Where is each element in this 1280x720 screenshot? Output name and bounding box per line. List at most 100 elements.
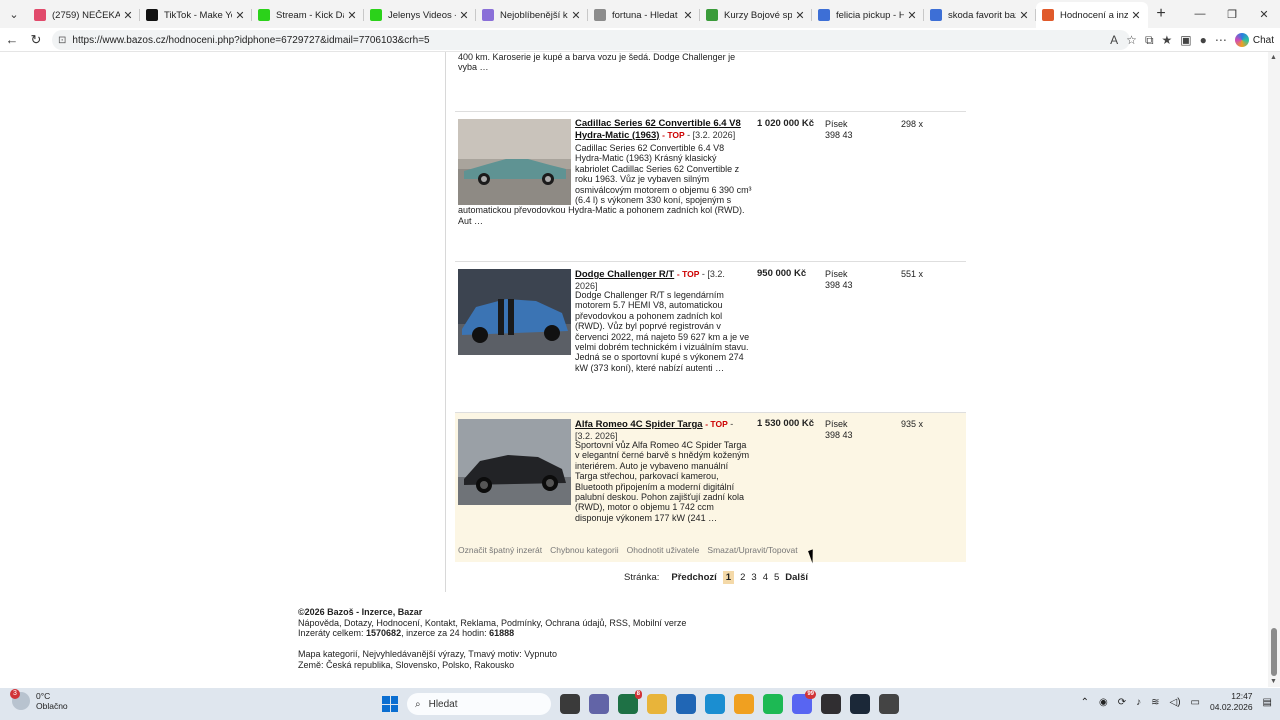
scroll-down-arrow-icon[interactable]: ▼	[1270, 678, 1277, 685]
obs-icon[interactable]	[821, 694, 841, 714]
back-button[interactable]: ←	[0, 28, 24, 52]
folder-icon[interactable]	[647, 694, 667, 714]
close-tab-icon[interactable]: ✕	[346, 9, 358, 22]
listing-price: 950 000 Kč	[757, 268, 807, 279]
edge-icon[interactable]	[705, 694, 725, 714]
browser-tab[interactable]: felicia pickup - Hleda✕	[812, 2, 924, 28]
close-tab-icon[interactable]: ✕	[1130, 9, 1142, 22]
footer-countries[interactable]: Země: Česká republika, Slovensko, Polsko…	[298, 660, 686, 671]
collections-icon[interactable]: ▣	[1180, 33, 1191, 47]
copilot-chat-button[interactable]: Chat	[1234, 33, 1274, 47]
search-icon	[818, 9, 830, 21]
browser-tab[interactable]: Kurzy Bojové sporty✕	[700, 2, 812, 28]
tab-title: Kurzy Bojové sporty	[724, 9, 792, 21]
tray-app-icon[interactable]: ◉	[1099, 697, 1108, 708]
reload-button[interactable]: ↻	[24, 28, 48, 52]
tray-overflow-icon[interactable]: ⌃	[1081, 697, 1089, 708]
steam-icon[interactable]	[850, 694, 870, 714]
read-aloud-icon[interactable]: A	[1110, 33, 1118, 47]
volume-icon[interactable]: ◁)	[1170, 697, 1181, 708]
kick-icon	[258, 9, 270, 21]
split-screen-icon[interactable]: ⧉	[1145, 33, 1154, 48]
browser-tab[interactable]: Nejoblíbenější kanál✕	[476, 2, 588, 28]
footer-links[interactable]: Nápověda, Dotazy, Hodnocení, Kontakt, Re…	[298, 618, 686, 629]
pagination: Stránka: Předchozí 1 2 3 4 5 Další	[624, 571, 808, 584]
scroll-up-arrow-icon[interactable]: ▲	[1270, 54, 1277, 61]
previous-page-link[interactable]: Předchozí	[671, 572, 716, 583]
store-icon[interactable]	[676, 694, 696, 714]
profile-avatar-icon[interactable]: ●	[1200, 33, 1207, 47]
listing-description: Dodge Challenger R/T s legendárním motor…	[575, 290, 750, 373]
tab-actions-menu-button[interactable]: ⌄	[0, 0, 28, 28]
close-tab-icon[interactable]: ✕	[682, 9, 694, 22]
browser-tab[interactable]: Jelenys Videos - Wa✕	[364, 2, 476, 28]
listing-title-link[interactable]: Dodge Challenger R/T	[575, 269, 674, 280]
excel-icon[interactable]: 8	[618, 690, 642, 714]
teams-icon[interactable]	[589, 694, 609, 714]
listing-actions: Označit špatný inzerát Chybnou kategorii…	[458, 545, 798, 555]
wrong-category-link[interactable]: Chybnou kategorii	[550, 545, 619, 555]
close-tab-icon[interactable]: ✕	[906, 9, 918, 22]
page-link[interactable]: 2	[740, 572, 745, 583]
edit-delete-top-link[interactable]: Smazat/Upravit/Topovat	[707, 545, 797, 555]
weather-widget[interactable]: 3 0°C Oblačno	[10, 689, 68, 711]
favorite-star-icon[interactable]: ☆	[1126, 33, 1137, 47]
tab-list: (2759) NEČEKANÝ BI✕TikTok - Make Your D✕…	[28, 0, 1148, 28]
page-scrollbar[interactable]: ▲ ▼	[1268, 52, 1280, 687]
close-tab-icon[interactable]: ✕	[458, 9, 470, 22]
url-text[interactable]: https://www.bazos.cz/hodnoceni.php?idpho…	[72, 35, 429, 46]
browser-tab[interactable]: Stream - Kick Dashb✕	[252, 2, 364, 28]
location-zip: 398 43	[825, 129, 853, 140]
battery-icon[interactable]: ▭	[1191, 697, 1200, 708]
browser-tab[interactable]: Hodnocení a inzerát✕	[1036, 2, 1148, 28]
cloud-icon: 3	[10, 689, 30, 710]
twitch-icon	[482, 9, 494, 21]
close-tab-icon[interactable]: ✕	[234, 9, 246, 22]
browser-tab[interactable]: TikTok - Make Your D✕	[140, 2, 252, 28]
listing-title-block: Dodge Challenger R/T - TOP - [3.2. 2026]	[575, 269, 725, 291]
winamp-icon[interactable]	[734, 694, 754, 714]
clock[interactable]: 12:47 04.02.2026	[1210, 691, 1253, 713]
listing-divider	[455, 412, 966, 413]
file-manager-icon[interactable]	[560, 694, 580, 714]
pagination-label: Stránka:	[624, 572, 660, 583]
page-link[interactable]: 5	[774, 572, 779, 583]
page-link[interactable]: 3	[751, 572, 756, 583]
new-tab-button[interactable]: +	[1148, 1, 1174, 27]
spotify-icon[interactable]	[763, 694, 783, 714]
page-link[interactable]: 4	[763, 572, 768, 583]
minimize-button[interactable]: —	[1184, 0, 1216, 28]
more-menu-icon[interactable]: ⋯	[1215, 33, 1227, 47]
browser-tab[interactable]: (2759) NEČEKANÝ BI✕	[28, 2, 140, 28]
rate-user-link[interactable]: Ohodnotit uživatele	[627, 545, 700, 555]
microphone-icon[interactable]: ♪	[1136, 697, 1141, 708]
close-tab-icon[interactable]: ✕	[794, 9, 806, 22]
close-tab-icon[interactable]: ✕	[1018, 9, 1030, 22]
close-tab-icon[interactable]: ✕	[570, 9, 582, 22]
browser-tab[interactable]: skoda favorit bazos✕	[924, 2, 1036, 28]
tray-sync-icon[interactable]: ⟳	[1118, 697, 1126, 708]
address-bar[interactable]: ⊡ https://www.bazos.cz/hodnoceni.php?idp…	[52, 30, 1130, 50]
browser-tab[interactable]: fortuna - Hledat ✕	[588, 2, 700, 28]
tab-title: Nejoblíbenější kanál	[500, 9, 568, 21]
page-link-current[interactable]: 1	[722, 571, 735, 584]
calculator-icon[interactable]	[879, 694, 899, 714]
footer-links-secondary[interactable]: Mapa kategorií, Nejvyhledávanější výrazy…	[298, 649, 686, 660]
taskbar-search-placeholder: Hledat	[428, 698, 458, 710]
scroll-thumb[interactable]	[1271, 628, 1277, 676]
wifi-icon[interactable]: ≋	[1151, 697, 1159, 708]
app-badge: 8	[634, 690, 642, 699]
listing-title-link[interactable]: Alfa Romeo 4C Spider Targa	[575, 419, 703, 430]
taskbar-search[interactable]: ⌕ Hledat	[407, 693, 551, 715]
close-window-button[interactable]: ✕	[1248, 0, 1280, 28]
discord-icon[interactable]: 99	[792, 690, 816, 714]
report-listing-link[interactable]: Označit špatný inzerát	[458, 545, 542, 555]
restore-button[interactable]: ❐	[1216, 0, 1248, 28]
next-page-link[interactable]: Další	[785, 572, 808, 583]
app-badge: 99	[805, 690, 816, 699]
start-button[interactable]	[382, 696, 398, 712]
location-city: Písek	[825, 269, 848, 279]
favorites-icon[interactable]: ★	[1162, 33, 1173, 47]
close-tab-icon[interactable]: ✕	[122, 9, 134, 22]
notifications-icon[interactable]: ▤	[1263, 697, 1272, 708]
